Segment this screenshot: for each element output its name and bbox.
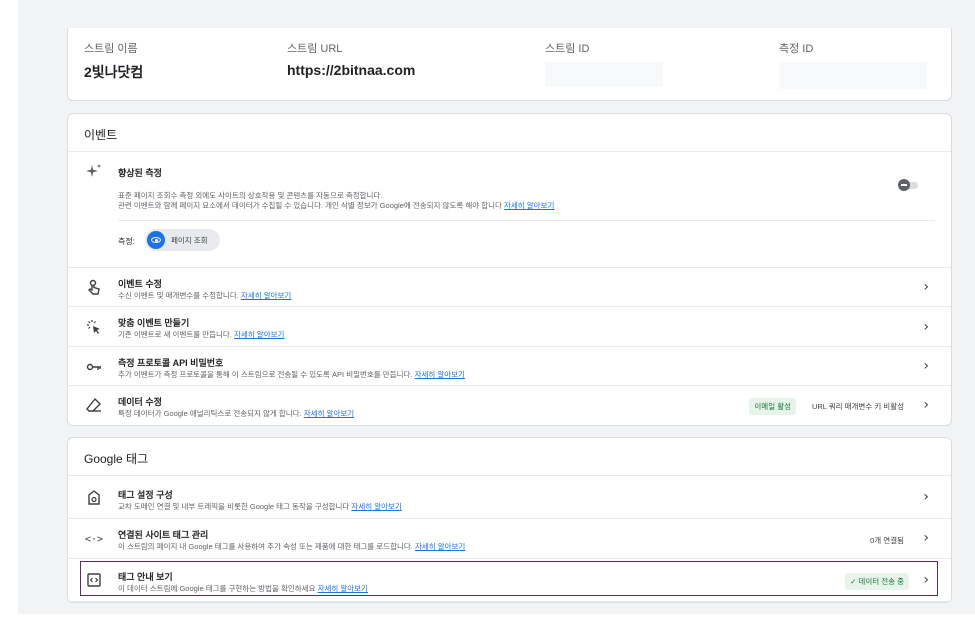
page-view-chip[interactable]: 페이지 조회 (145, 229, 220, 251)
tag-settings-icon (85, 489, 103, 507)
stream-url-field: 스트림 URL https://2bitnaa.com (287, 40, 415, 78)
view-tag-instructions-row[interactable]: 태그 안내 보기 이 데이터 스트림에 Google 태그를 구현하는 방법을 … (68, 559, 951, 602)
google-tag-card: Google 태그 태그 설정 구성 교차 도메인 연결 및 내부 트래픽을 비… (67, 437, 952, 603)
modify-events-desc: 수신 이벤트 및 매개변수를 수정합니다. 자세히 알아보기 (118, 290, 291, 301)
manage-connected-site-tags-title: 연결된 사이트 태그 관리 (118, 530, 209, 540)
view-tag-instructions-title: 태그 안내 보기 (118, 572, 173, 582)
enhanced-desc2-text: 관련 이벤트와 함께 페이지 요소에서 데이터가 수집될 수 있습니다. 개인 … (118, 201, 502, 210)
enhanced-measurement-toggle[interactable] (898, 179, 920, 191)
connected-count-badge: 0개 연결됨 (870, 536, 904, 545)
eraser-icon (85, 396, 103, 414)
create-custom-events-desc: 기존 이벤트로 새 이벤트를 만듭니다. 자세히 알아보기 (118, 329, 284, 340)
mp-api-secrets-learn-more[interactable]: 자세히 알아보기 (415, 370, 465, 379)
chevron-right-icon: › (923, 319, 929, 335)
enhanced-measurement-title: 향상된 측정 (118, 168, 162, 178)
modify-events-learn-more[interactable]: 자세히 알아보기 (241, 291, 291, 300)
measurement-id-field: 측정 ID (779, 40, 927, 89)
stream-name-value: 2빛나닷컴 (84, 64, 144, 80)
page-view-chip-label: 페이지 조회 (171, 235, 208, 245)
measurement-id-label: 측정 ID (779, 43, 814, 55)
modify-events-row[interactable]: 이벤트 수정 수신 이벤트 및 매개변수를 수정합니다. 자세히 알아보기 › (68, 268, 951, 307)
data-redaction-title: 데이터 수정 (118, 397, 162, 407)
manage-connected-site-tags-learn-more[interactable]: 자세히 알아보기 (415, 542, 465, 551)
touch-hand-icon (85, 278, 103, 296)
data-redaction-desc-text: 특정 데이터가 Google 애널리틱스로 전송되지 않게 합니다. (118, 409, 302, 418)
stream-url-value: https://2bitnaa.com (287, 62, 416, 78)
modify-events-desc-text: 수신 이벤트 및 매개변수를 수정합니다. (118, 291, 239, 300)
sparkle-icon (85, 162, 103, 180)
data-redaction-learn-more[interactable]: 자세히 알아보기 (304, 409, 354, 418)
mp-api-secrets-title: 측정 프로토콜 API 비밀번호 (118, 358, 224, 368)
email-active-badge: 이메일 활성 (749, 398, 796, 415)
manage-connected-site-tags-desc: 이 스트림의 페이지 내 Google 태그를 사용하여 추가 속성 또는 제품… (118, 541, 465, 552)
manage-connected-site-tags-row[interactable]: <·> 연결된 사이트 태그 관리 이 스트림의 페이지 내 Google 태그… (68, 519, 951, 559)
view-tag-instructions-desc-text: 이 데이터 스트림에 Google 태그를 구현하는 방법을 확인하세요 (118, 584, 316, 593)
data-redaction-row[interactable]: 데이터 수정 특정 데이터가 Google 애널리틱스로 전송되지 않게 합니다… (68, 386, 951, 425)
stream-name-label: 스트림 이름 (84, 43, 138, 55)
view-tag-instructions-learn-more[interactable]: 자세히 알아보기 (318, 584, 368, 593)
chevron-right-icon: › (923, 397, 929, 413)
modify-events-title: 이벤트 수정 (118, 279, 162, 289)
measurement-id-redacted (779, 62, 927, 89)
events-card: 이벤트 향상된 측정 표준 페이지 조회수 측정 외에도 사이트의 상호작용 및… (67, 113, 952, 426)
create-custom-events-title: 맞춤 이벤트 만들기 (118, 318, 190, 328)
mp-api-secrets-desc-text: 추가 이벤트가 측정 프로토콜을 통해 이 스트림으로 전송될 수 있도록 AP… (118, 370, 413, 379)
enhanced-learn-more-link[interactable]: 자세히 알아보기 (504, 201, 554, 210)
create-custom-events-row[interactable]: 맞춤 이벤트 만들기 기존 이벤트로 새 이벤트를 만듭니다. 자세히 알아보기… (68, 307, 951, 347)
enhanced-measurement-desc2: 관련 이벤트와 함께 페이지 요소에서 데이터가 수집될 수 있습니다. 개인 … (118, 200, 554, 211)
enhanced-measurement-row: 향상된 측정 표준 페이지 조회수 측정 외에도 사이트의 상호작용 및 콘텐츠… (68, 152, 951, 268)
google-tag-header: Google 태그 (68, 438, 951, 476)
configure-tag-settings-learn-more[interactable]: 자세히 알아보기 (351, 502, 401, 511)
mp-api-secrets-row[interactable]: 측정 프로토콜 API 비밀번호 추가 이벤트가 측정 프로토콜을 통해 이 스… (68, 347, 951, 386)
chevron-right-icon: › (923, 358, 929, 374)
stream-details-card: 스트림 이름 2빛나닷컴 스트림 URL https://2bitnaa.com… (67, 28, 952, 101)
stream-name-field: 스트림 이름 2빛나닷컴 (84, 40, 143, 82)
create-custom-events-desc-text: 기존 이벤트로 새 이벤트를 만듭니다. (118, 330, 232, 339)
data-redaction-desc: 특정 데이터가 Google 애널리틱스로 전송되지 않게 합니다. 자세히 알… (118, 408, 354, 419)
data-flowing-badge: ✓ 데이터 전송 중 (845, 573, 909, 590)
configure-tag-settings-row[interactable]: 태그 설정 구성 교차 도메인 연결 및 내부 트래픽을 비롯한 Google … (68, 478, 951, 519)
stream-id-redacted (545, 62, 663, 87)
manage-connected-site-tags-desc-text: 이 스트림의 페이지 내 Google 태그를 사용하여 추가 속성 또는 제품… (118, 542, 413, 551)
key-icon (85, 358, 103, 376)
chevron-right-icon: › (923, 279, 929, 295)
cursor-click-icon (85, 318, 103, 336)
measure-label: 측정: (118, 237, 135, 246)
mp-api-secrets-desc: 추가 이벤트가 측정 프로토콜을 통해 이 스트림으로 전송될 수 있도록 AP… (118, 369, 465, 380)
tag-code-icon (85, 571, 103, 589)
stream-url-label: 스트림 URL (287, 43, 343, 55)
events-header: 이벤트 (68, 114, 951, 152)
enhanced-divider (118, 220, 935, 221)
create-custom-events-learn-more[interactable]: 자세히 알아보기 (234, 330, 284, 339)
configure-tag-settings-desc: 교차 도메인 연결 및 내부 트래픽을 비롯한 Google 태그 동작을 구성… (118, 501, 402, 512)
chevron-right-icon: › (923, 489, 929, 505)
eye-icon (147, 231, 165, 249)
chevron-right-icon: › (923, 530, 929, 546)
toggle-knob (898, 179, 910, 191)
stream-id-label: 스트림 ID (545, 43, 590, 55)
code-arrows-icon: <·> (84, 533, 104, 545)
chevron-right-icon: › (923, 572, 929, 588)
configure-tag-settings-title: 태그 설정 구성 (118, 490, 173, 500)
stream-id-field: 스트림 ID (545, 40, 663, 87)
url-query-inactive-badge: URL 쿼리 매개변수 키 비활성 (811, 402, 904, 411)
configure-tag-settings-desc-text: 교차 도메인 연결 및 내부 트래픽을 비롯한 Google 태그 동작을 구성… (118, 502, 350, 511)
view-tag-instructions-desc: 이 데이터 스트림에 Google 태그를 구현하는 방법을 확인하세요 자세히… (118, 583, 368, 594)
